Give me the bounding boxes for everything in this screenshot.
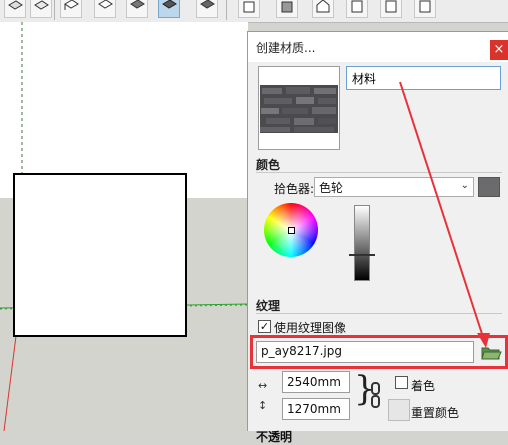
annotation-arrow (399, 81, 490, 348)
color-wheel-cursor[interactable] (288, 227, 295, 234)
